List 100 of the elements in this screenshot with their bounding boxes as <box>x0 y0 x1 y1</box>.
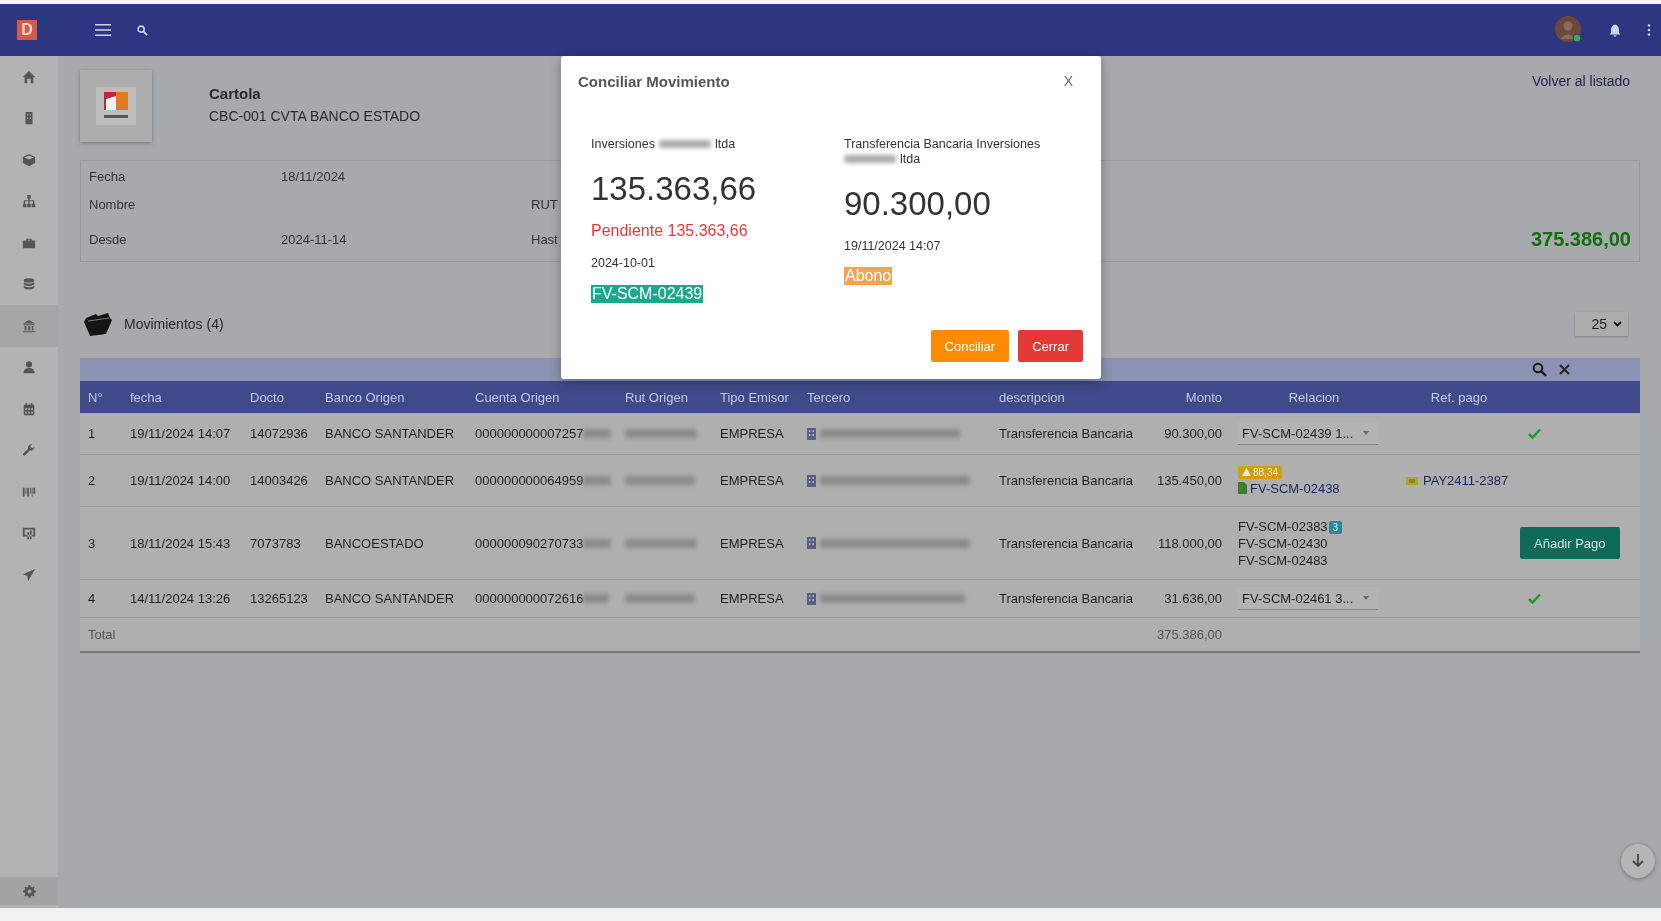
field-label: Fecha <box>89 167 126 186</box>
add-payment-button[interactable]: Añadir Pago <box>1520 527 1620 559</box>
table-cell: 13265123 <box>242 580 317 618</box>
date-text: 2024-10-01 <box>591 256 655 270</box>
calendar-icon <box>22 401 36 416</box>
total-amount: 375.386,00 <box>1530 226 1631 252</box>
blurred-text <box>844 155 896 163</box>
more-icon[interactable] <box>1647 24 1651 36</box>
table-cell: 90.300,00 <box>1150 413 1230 455</box>
table-cell: EMPRESA <box>712 507 799 580</box>
column-header[interactable]: Tipo Emisor <box>712 381 799 413</box>
table-cell: 2 <box>80 455 122 507</box>
building-icon <box>807 474 816 487</box>
column-header[interactable]: Ref. pago <box>1398 381 1520 413</box>
type-tag: Abono <box>844 267 893 285</box>
chart-icon <box>22 526 36 541</box>
settings-icon[interactable] <box>22 884 36 898</box>
caret-icon <box>1362 430 1370 436</box>
amount: 90.300,00 <box>844 185 991 223</box>
table-cell: 1 <box>80 413 122 455</box>
field-label: Nombre <box>89 195 136 214</box>
column-header[interactable]: Monto <box>1150 381 1230 413</box>
account-number: 000000000072616 <box>475 591 584 606</box>
blurred-text <box>625 594 695 603</box>
invoice-number: FV-SCM-02483 <box>1238 552 1328 568</box>
search-icon[interactable] <box>137 24 148 36</box>
warning-badge: 88,34 <box>1238 465 1283 479</box>
folder-icon <box>84 312 112 336</box>
bank-logo <box>96 87 136 125</box>
column-header[interactable]: Tercero <box>799 381 991 413</box>
total-label: Total <box>80 618 122 653</box>
invoice-tag: FV-SCM-02439 <box>591 285 704 303</box>
blurred-text <box>583 594 610 603</box>
count-badge: 3 <box>1328 520 1343 534</box>
sidebar-item[interactable] <box>0 305 58 347</box>
table-cell: 3 <box>80 507 122 580</box>
table-cell: 14072936 <box>242 413 317 455</box>
table-cell: BANCO SANTANDER <box>317 413 467 455</box>
table-cell: Transferencia Bancaria <box>991 413 1150 455</box>
column-header[interactable]: Cuenta Origen <box>467 381 617 413</box>
table-cell: BANCO SANTANDER <box>317 455 467 507</box>
building-icon <box>807 592 816 605</box>
total-amount: 375.386,00 <box>1150 618 1230 653</box>
column-header[interactable]: descripcion <box>991 381 1150 413</box>
close-button[interactable]: X <box>1063 73 1083 89</box>
paper-plane-icon <box>22 567 36 582</box>
page-title: Cartola <box>209 85 262 102</box>
table-cell: EMPRESA <box>712 455 799 507</box>
table-cell: 31.636,00 <box>1150 580 1230 618</box>
close-button[interactable]: Cerrar <box>1018 330 1083 362</box>
table-cell: BANCO SANTANDER <box>317 580 467 618</box>
wrench-icon <box>22 443 36 458</box>
close-icon[interactable] <box>1559 364 1570 375</box>
file-icon <box>1238 482 1247 494</box>
relation-select[interactable]: FV-SCM-02439 1... <box>1238 422 1378 445</box>
blurred-text <box>583 538 612 548</box>
horizontal-scrollbar[interactable] <box>0 908 1661 921</box>
amount: 135.363,66 <box>591 170 757 208</box>
section-title: Movimientos (4) <box>124 316 224 332</box>
scroll-down-button[interactable] <box>1621 844 1655 878</box>
table-cell: 135.450,00 <box>1150 455 1230 507</box>
payment-reference[interactable]: PAY2411-2387 <box>1406 473 1509 488</box>
table-cell: 19/11/2024 14:07 <box>122 413 242 455</box>
account-number: 000000000007257 <box>475 426 584 441</box>
pending-amount: Pendiente 135.363,66 <box>591 222 748 240</box>
column-header[interactable]: Banco Origen <box>317 381 467 413</box>
app-logo[interactable]: D <box>17 20 37 40</box>
back-link[interactable]: Volver al listado <box>1531 73 1630 89</box>
column-header[interactable]: Relacion <box>1230 381 1398 413</box>
cube-icon <box>22 152 36 167</box>
table-cell: 18/11/2024 15:43 <box>122 507 242 580</box>
invoice-link[interactable]: FV-SCM-02438 <box>1238 480 1340 496</box>
invoice-number: FV-SCM-02430 <box>1238 535 1328 551</box>
column-header[interactable]: Docto <box>242 381 317 413</box>
avatar[interactable] <box>1555 16 1583 44</box>
field-value: 2024-11-14 <box>281 230 347 249</box>
blurred-text <box>625 476 695 485</box>
relation-select[interactable]: FV-SCM-02461 3... <box>1238 587 1378 610</box>
table-cell: BANCOESTADO <box>317 507 467 580</box>
menu-icon[interactable] <box>95 24 111 36</box>
bell-icon[interactable] <box>1609 23 1621 37</box>
column-header[interactable]: fecha <box>122 381 242 413</box>
search-icon[interactable] <box>1532 362 1547 377</box>
date-text: 19/11/2024 14:07 <box>844 239 941 253</box>
blurred-text <box>583 476 612 485</box>
table-cell: 14/11/2024 13:26 <box>122 580 242 618</box>
blurred-text <box>583 429 612 438</box>
home-icon <box>22 69 36 84</box>
column-header[interactable]: Rut Origen <box>617 381 712 413</box>
chevron-icon <box>1613 321 1622 327</box>
page-size-select[interactable]: 25 <box>1575 312 1628 336</box>
field-label: RUT <box>531 195 558 214</box>
column-header[interactable]: N° <box>80 381 122 413</box>
money-icon <box>1406 476 1418 485</box>
table-cell: 4 <box>80 580 122 618</box>
account-number: 000000000064959 <box>475 473 584 488</box>
coins-icon <box>22 277 36 292</box>
party-name: ltda <box>900 152 921 166</box>
table-cell: 14003426 <box>242 455 317 507</box>
page-subtitle: CBC-001 CVTA BANCO ESTADO <box>209 108 421 124</box>
